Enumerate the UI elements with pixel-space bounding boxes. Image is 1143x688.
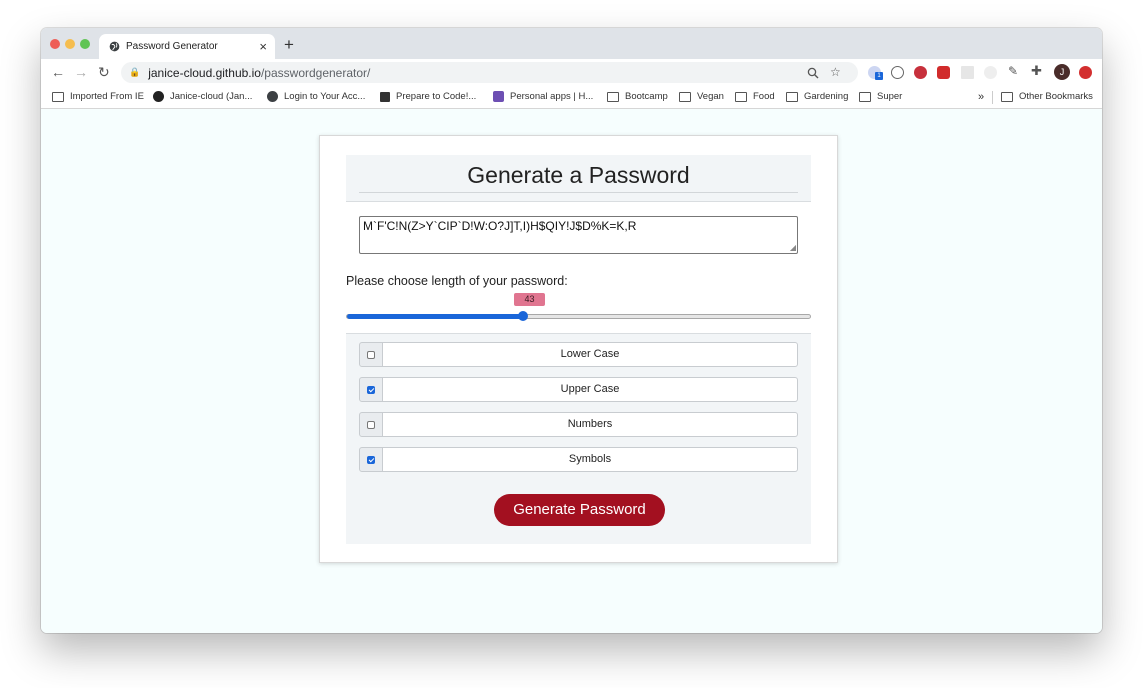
folder-icon bbox=[679, 91, 691, 102]
folder-icon bbox=[786, 91, 798, 102]
heroku-icon bbox=[493, 91, 504, 102]
option-label: Symbols bbox=[383, 447, 798, 472]
divider bbox=[992, 91, 993, 104]
address-bar[interactable]: 🔒 janice-cloud.github.io /passwordgenera… bbox=[121, 62, 858, 83]
tab-title: Password Generator bbox=[126, 41, 218, 52]
globe-icon bbox=[267, 91, 278, 102]
folder-icon bbox=[52, 91, 64, 102]
option-lower-case: Lower Case bbox=[359, 342, 798, 367]
option-numbers: Numbers bbox=[359, 412, 798, 437]
bookmark-label: Janice-cloud (Jan... bbox=[170, 91, 253, 102]
bookmarks-bar: Imported From IE Janice-cloud (Jan... Lo… bbox=[41, 86, 1102, 109]
bookmark-item[interactable]: Food bbox=[735, 91, 775, 102]
bookmark-item[interactable]: Gardening bbox=[786, 91, 848, 102]
bookmark-label: Vegan bbox=[697, 91, 724, 102]
puzzle-extensions-icon[interactable]: ✚ bbox=[1031, 63, 1042, 79]
browser-window: Password Generator × + ← → ↻ 🔒 janice-cl… bbox=[41, 28, 1102, 633]
length-value-badge: 43 bbox=[514, 293, 545, 306]
slider-fill bbox=[347, 314, 523, 319]
bookmark-item[interactable]: Janice-cloud (Jan... bbox=[153, 91, 252, 102]
length-slider[interactable] bbox=[346, 311, 811, 321]
folder-icon bbox=[607, 91, 619, 102]
checkbox-cell bbox=[359, 377, 383, 402]
upper-case-checkbox[interactable] bbox=[367, 385, 375, 394]
bookmark-label: Food bbox=[753, 91, 775, 102]
globe-icon bbox=[109, 41, 120, 52]
zoom-search-icon[interactable] bbox=[807, 67, 819, 79]
bookmark-item[interactable]: Bootcamp bbox=[607, 91, 668, 102]
youtube-extension-icon[interactable] bbox=[937, 66, 950, 79]
bookmark-label: Gardening bbox=[804, 91, 849, 102]
forward-arrow-icon[interactable]: → bbox=[74, 64, 88, 80]
divider bbox=[359, 192, 798, 193]
lower-case-checkbox[interactable] bbox=[367, 350, 375, 359]
bookmark-label: Bootcamp bbox=[625, 91, 668, 102]
bookmark-item[interactable]: Prepare to Code!... bbox=[380, 91, 476, 102]
star-bookmark-icon[interactable]: ☆ bbox=[830, 65, 841, 79]
page-content: Generate a Password M`F'C!N(Z>Y`CIP`D!W:… bbox=[41, 109, 1102, 633]
close-window-button[interactable] bbox=[50, 39, 60, 49]
close-tab-icon[interactable]: × bbox=[259, 39, 267, 54]
password-text: M`F'C!N(Z>Y`CIP`D!W:O?J]T,I)H$QIY!J$D%K=… bbox=[363, 219, 637, 233]
password-output[interactable]: M`F'C!N(Z>Y`CIP`D!W:O?J]T,I)H$QIY!J$D%K=… bbox=[359, 216, 798, 254]
bookmark-label: Login to Your Acc... bbox=[284, 91, 366, 102]
folder-icon bbox=[735, 91, 747, 102]
length-label: Please choose length of your password: bbox=[346, 274, 568, 288]
blank-extension-icon[interactable] bbox=[961, 66, 974, 79]
bookmark-label: Personal apps | H... bbox=[510, 91, 594, 102]
generator-card: Generate a Password M`F'C!N(Z>Y`CIP`D!W:… bbox=[319, 135, 838, 563]
zoom-window-button[interactable] bbox=[80, 39, 90, 49]
other-bookmarks[interactable]: Other Bookmarks bbox=[1001, 91, 1093, 102]
reload-icon[interactable]: ↻ bbox=[98, 64, 110, 81]
bookmark-item[interactable]: Super bbox=[859, 91, 902, 102]
option-label: Numbers bbox=[383, 412, 798, 437]
symbols-checkbox[interactable] bbox=[367, 455, 375, 464]
page-title: Generate a Password bbox=[467, 162, 690, 188]
folder-icon bbox=[1001, 91, 1013, 102]
extension-badge: 1 bbox=[875, 72, 883, 80]
bookmark-item[interactable]: Login to Your Acc... bbox=[267, 91, 365, 102]
emoji-extension-icon[interactable] bbox=[891, 66, 904, 79]
bookmarks-overflow-button[interactable]: » bbox=[978, 91, 984, 103]
red-extension-icon[interactable] bbox=[914, 66, 927, 79]
url-host: janice-cloud.github.io bbox=[148, 65, 261, 80]
folder-icon bbox=[859, 91, 871, 102]
numbers-checkbox[interactable] bbox=[367, 420, 375, 429]
github-icon bbox=[153, 91, 164, 102]
card-header: Generate a Password bbox=[346, 155, 811, 202]
browser-toolbar: ← → ↻ 🔒 janice-cloud.github.io /password… bbox=[41, 59, 1102, 86]
bookmark-label: Imported From IE bbox=[70, 91, 144, 102]
bookmark-label: Super bbox=[877, 91, 903, 102]
option-label: Upper Case bbox=[383, 377, 798, 402]
back-arrow-icon[interactable]: ← bbox=[51, 64, 65, 80]
eyedropper-icon[interactable]: ✎ bbox=[1008, 64, 1018, 78]
book-icon bbox=[380, 91, 390, 102]
checkbox-cell bbox=[359, 342, 383, 367]
resize-handle-icon[interactable]: ◢ bbox=[790, 243, 796, 252]
bookmark-label: Other Bookmarks bbox=[1019, 91, 1093, 102]
minimize-window-button[interactable] bbox=[65, 39, 75, 49]
checkbox-cell bbox=[359, 412, 383, 437]
option-upper-case: Upper Case bbox=[359, 377, 798, 402]
url-path: /passwordgenerator/ bbox=[260, 65, 371, 80]
lock-icon: 🔒 bbox=[129, 67, 141, 77]
option-symbols: Symbols bbox=[359, 447, 798, 472]
checkbox-cell bbox=[359, 447, 383, 472]
new-tab-button[interactable]: + bbox=[284, 35, 294, 55]
bookmark-item[interactable]: Imported From IE bbox=[52, 91, 144, 102]
update-icon[interactable] bbox=[1079, 66, 1092, 79]
generate-password-button[interactable]: Generate Password bbox=[494, 494, 665, 526]
browser-tab[interactable]: Password Generator × bbox=[99, 34, 275, 59]
profile-avatar[interactable]: J bbox=[1054, 64, 1070, 80]
option-label: Lower Case bbox=[383, 342, 798, 367]
bookmark-item[interactable]: Vegan bbox=[679, 91, 724, 102]
cursor-extension-icon[interactable] bbox=[984, 66, 997, 79]
bookmark-label: Prepare to Code!... bbox=[396, 91, 477, 102]
slider-thumb[interactable] bbox=[517, 311, 528, 321]
title-bar: Password Generator × + bbox=[41, 28, 1102, 59]
bookmark-item[interactable]: Personal apps | H... bbox=[493, 91, 593, 102]
options-panel: Lower Case Upper Case Numbers Symbols Ge… bbox=[346, 333, 811, 544]
